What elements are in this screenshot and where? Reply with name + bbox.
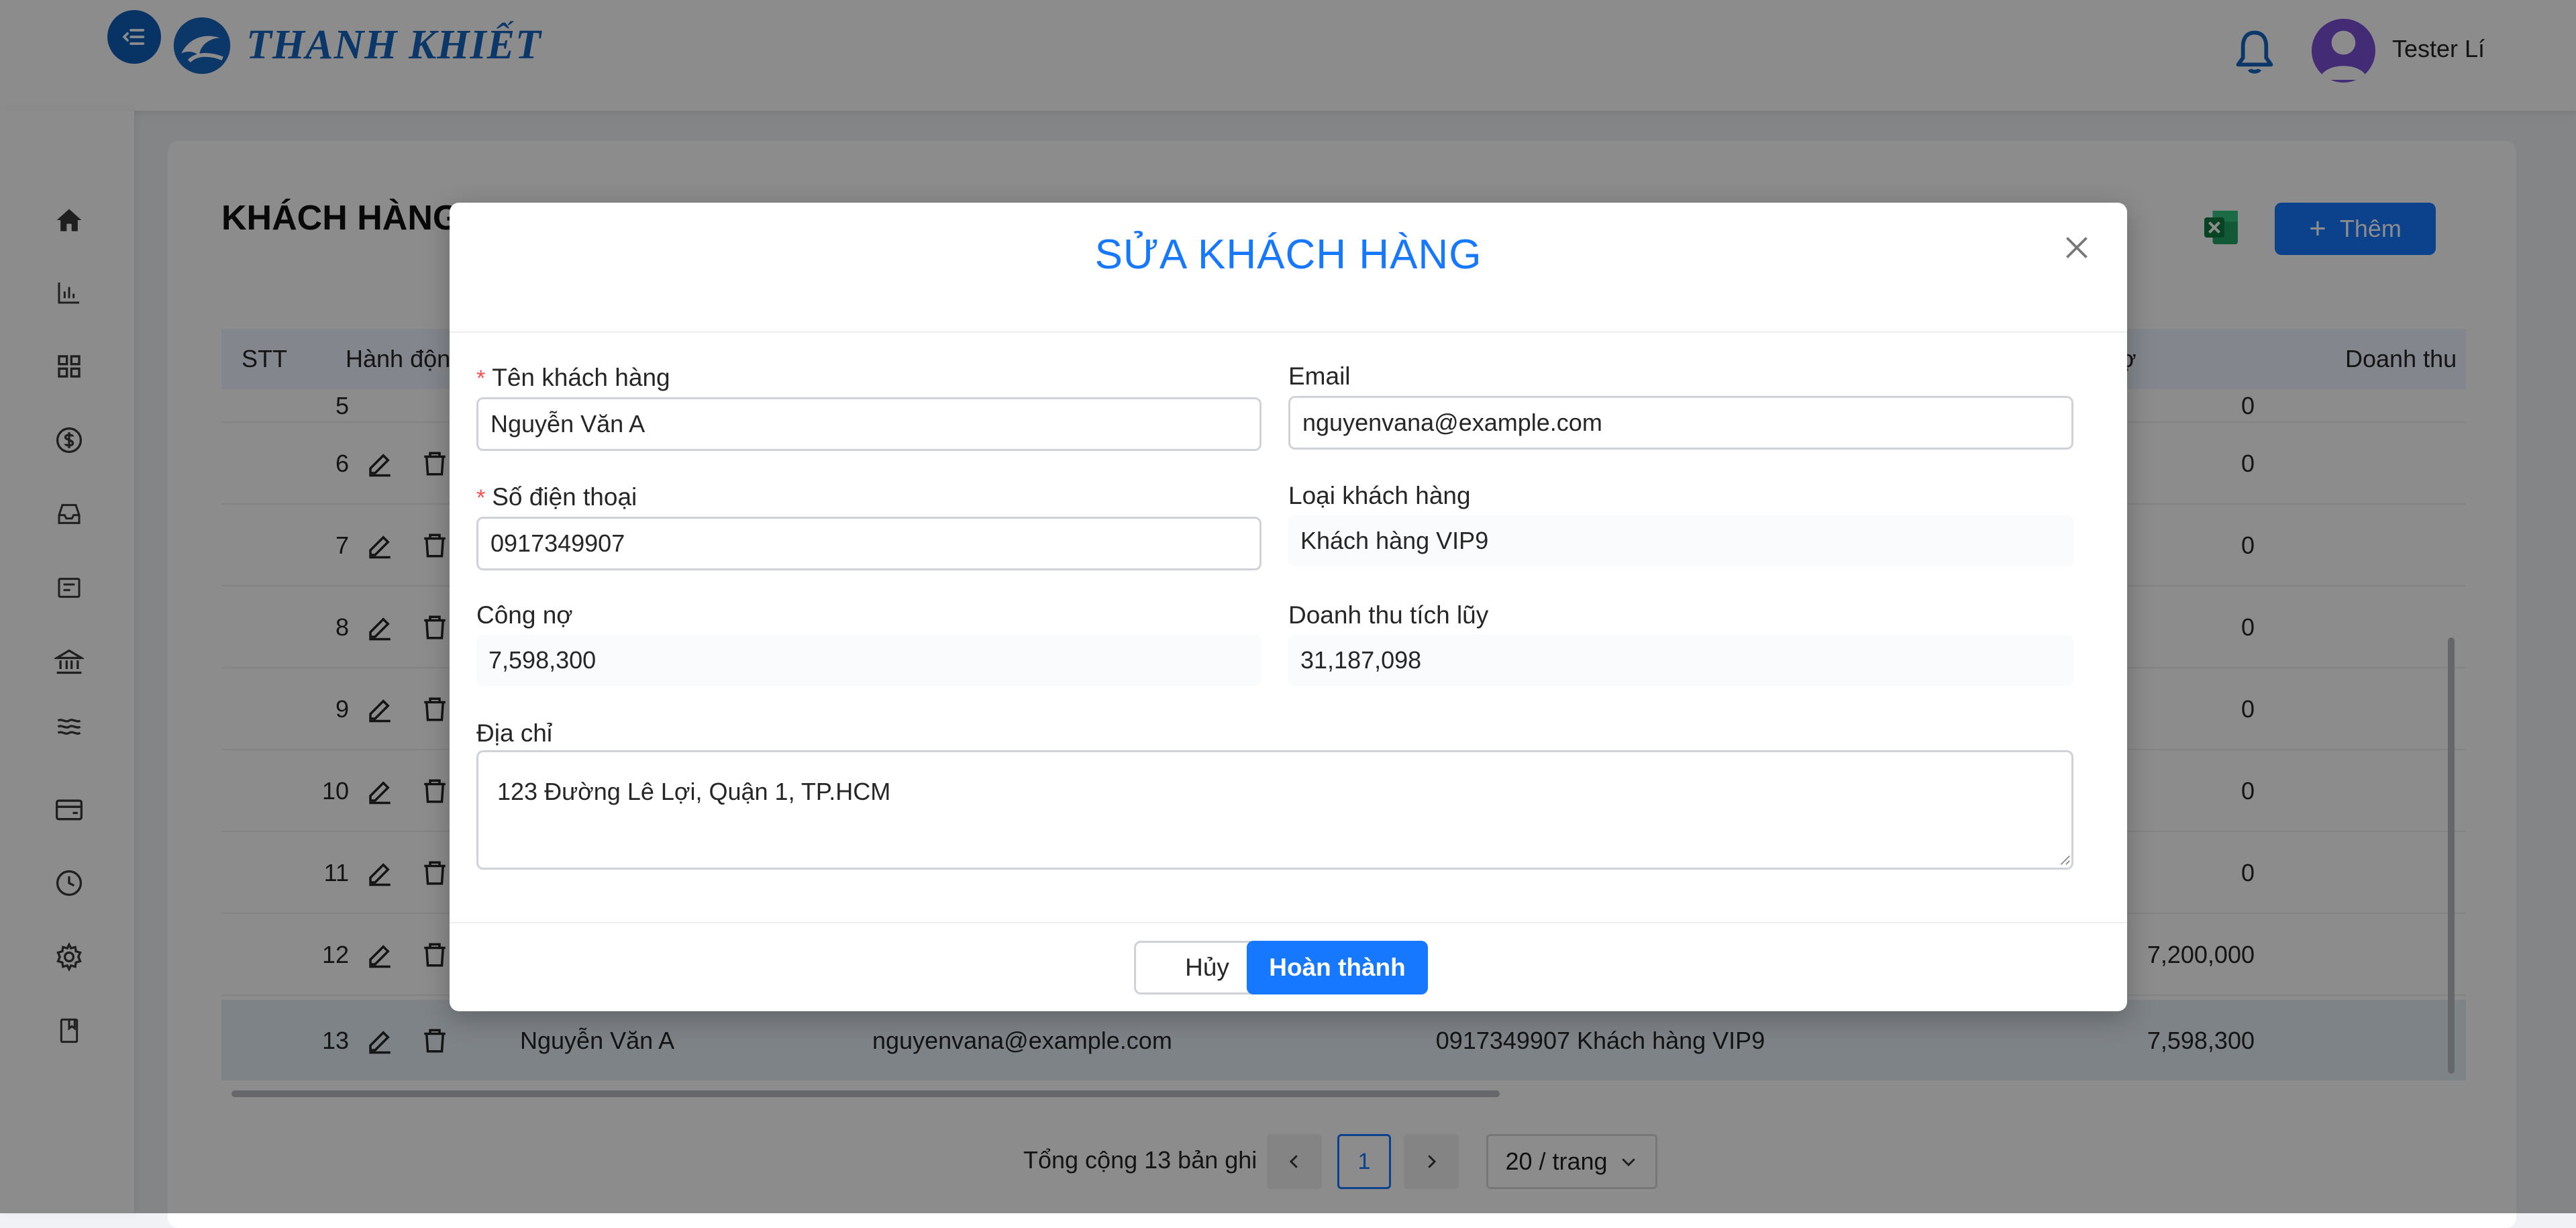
edit-customer-modal: SỬA KHÁCH HÀNG * Tên khách hàng Nguyễn Vă… [450, 203, 2127, 1011]
name-label: * Tên khách hàng [476, 364, 670, 391]
address-label: Địa chỉ [476, 719, 553, 747]
debt-label: Công nợ [476, 601, 573, 629]
modal-header-divider [450, 331, 2127, 333]
required-mark: * [476, 485, 486, 511]
email-label: Email [1288, 362, 1351, 390]
revenue-value: 31,187,098 [1288, 635, 2073, 686]
customer-type-label: Loại khách hàng [1288, 482, 1471, 509]
close-icon [2066, 237, 2088, 258]
phone-label: * Số điện thoại [476, 483, 637, 511]
required-mark: * [476, 366, 486, 391]
submit-button[interactable]: Hoàn thành [1247, 941, 1428, 994]
debt-value: 7,598,300 [476, 635, 1261, 686]
address-textarea[interactable]: 123 Đường Lê Lợi, Quận 1, TP.HCM [476, 750, 2073, 870]
phone-input[interactable]: 0917349907 [476, 517, 1261, 570]
modal-title: SỬA KHÁCH HÀNG [1094, 232, 1482, 278]
name-input[interactable]: Nguyễn Văn A [476, 397, 1261, 451]
close-button[interactable] [2060, 231, 2094, 264]
revenue-label: Doanh thu tích lũy [1288, 601, 1489, 629]
resize-handle-icon[interactable] [2059, 854, 2071, 866]
modal-footer-divider [450, 922, 2127, 923]
customer-type-value: Khách hàng VIP9 [1288, 515, 2073, 566]
email-input[interactable]: nguyenvana@example.com [1288, 396, 2073, 450]
